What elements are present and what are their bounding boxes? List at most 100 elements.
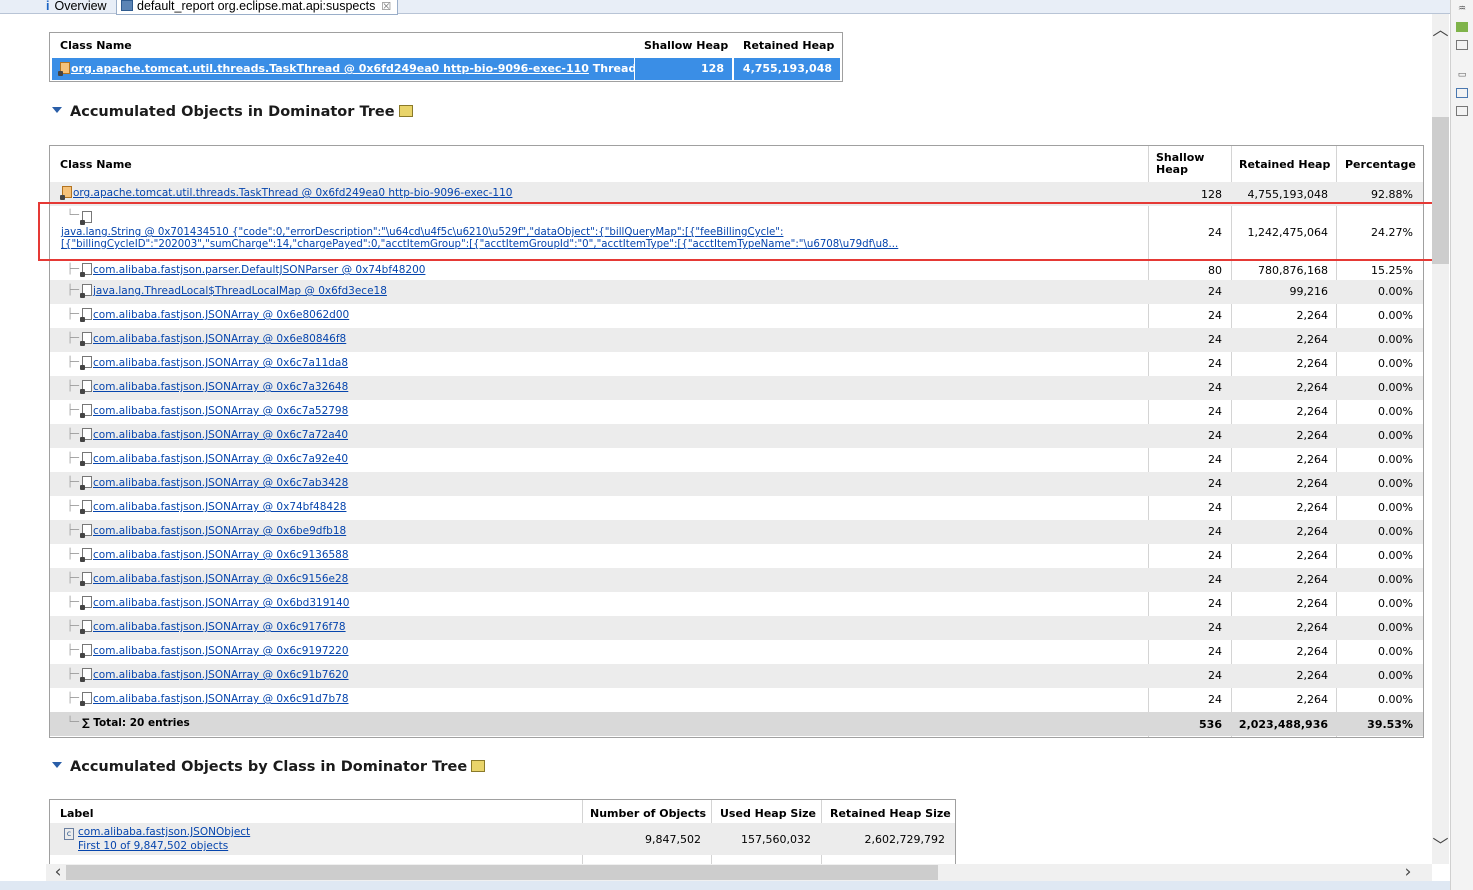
object-class-link[interactable]: com.alibaba.fastjson.JSONArray @ 0x6be9d… <box>93 525 346 537</box>
toolbar-icon-2[interactable] <box>1456 22 1468 32</box>
object-class-link[interactable]: com.alibaba.fastjson.JSONArray @ 0x6bd31… <box>93 597 349 609</box>
string-value-link-line2[interactable]: [{"billingCycleID":"202003","sumCharge":… <box>61 239 898 250</box>
tree-row[interactable]: ├─ com.alibaba.fastjson.JSONArray @ 0x74b… <box>50 496 1423 520</box>
tree-row[interactable]: ├─ com.alibaba.fastjson.JSONArray @ 0x6c9… <box>50 640 1423 664</box>
class-dominator-table: Label Number of Objects Used Heap Size R… <box>49 799 956 864</box>
row-retained: 99,216 <box>1289 285 1329 298</box>
object-class-link[interactable]: com.alibaba.fastjson.JSONArray @ 0x6c91b… <box>93 669 349 681</box>
suspect-row[interactable]: org.apache.tomcat.util.threads.TaskThrea… <box>52 58 636 80</box>
tab-overview-label: Overview <box>54 0 107 13</box>
object-icon <box>80 380 92 394</box>
row-retained: 2,264 <box>1296 669 1329 682</box>
tree-row-string[interactable]: └─ java.lang.String @ 0x701434510 {"code… <box>50 206 1423 262</box>
object-class-link[interactable]: com.alibaba.fastjson.parser.DefaultJSONP… <box>93 264 425 276</box>
object-icon <box>80 452 92 466</box>
tree-guide: ├─ <box>67 525 80 536</box>
class-row[interactable]: c com.alibaba.fastjson.JSONObject First … <box>50 823 955 855</box>
tree-row[interactable]: ├─ java.lang.ThreadLocal$ThreadLocalMap @… <box>50 280 1423 304</box>
tree-row[interactable]: ├─ com.alibaba.fastjson.JSONArray @ 0x6c7… <box>50 376 1423 400</box>
scroll-right-icon[interactable]: › <box>1398 864 1418 881</box>
row-percentage: 0.00% <box>1378 597 1413 610</box>
open-in-view-icon[interactable] <box>398 105 413 117</box>
toolbar-icon-4[interactable]: ▭ <box>1456 70 1468 80</box>
object-class-link[interactable]: com.alibaba.fastjson.JSONArray @ 0x6c7a9… <box>93 453 348 465</box>
class-objects-link[interactable]: First 10 of 9,847,502 objects <box>78 840 228 852</box>
toolbar-icon-1[interactable]: ♒ <box>1456 4 1468 14</box>
tree-row[interactable]: ├─ com.alibaba.fastjson.JSONArray @ 0x6c7… <box>50 472 1423 496</box>
thread-object-icon <box>58 62 70 76</box>
toolbar-icon-3[interactable] <box>1456 40 1468 50</box>
tree-row[interactable]: ├─ com.alibaba.fastjson.JSONArray @ 0x6c7… <box>50 352 1423 376</box>
object-class-link[interactable]: com.alibaba.fastjson.JSONArray @ 0x6c917… <box>93 621 346 633</box>
object-class-link[interactable]: com.alibaba.fastjson.JSONArray @ 0x6c913… <box>93 549 349 561</box>
section-dominator-by-class[interactable]: Accumulated Objects by Class in Dominato… <box>52 759 486 775</box>
row-percentage: 0.00% <box>1378 453 1413 466</box>
tree-row[interactable]: ├─ com.alibaba.fastjson.JSONArray @ 0x6be… <box>50 520 1423 544</box>
horizontal-scroll-thumb[interactable] <box>66 865 938 880</box>
editor-tab-bar: i Overview default_report org.eclipse.mat… <box>0 0 1450 15</box>
tree-row[interactable]: ├─ com.alibaba.fastjson.JSONArray @ 0x6c7… <box>50 424 1423 448</box>
row-percentage: 0.00% <box>1378 621 1413 634</box>
object-class-link[interactable]: com.alibaba.fastjson.JSONArray @ 0x6c915… <box>93 573 348 585</box>
string-value-link-line1[interactable]: java.lang.String @ 0x701434510 {"code":0… <box>61 227 783 238</box>
object-class-link[interactable]: com.alibaba.fastjson.JSONArray @ 0x6c7a5… <box>93 405 348 417</box>
collapse-triangle-icon[interactable] <box>52 762 62 768</box>
tree-guide: ├─ <box>67 501 80 512</box>
tree-row-root[interactable]: org.apache.tomcat.util.threads.TaskThrea… <box>50 182 1423 206</box>
vertical-scroll-thumb[interactable] <box>1432 117 1449 264</box>
row-retained: 2,264 <box>1296 309 1329 322</box>
string-percentage: 24.27% <box>1371 226 1413 239</box>
object-class-link[interactable]: com.alibaba.fastjson.JSONArray @ 0x6c7a3… <box>93 381 348 393</box>
tree-row[interactable]: ├─ com.alibaba.fastjson.JSONArray @ 0x6c9… <box>50 544 1423 568</box>
tree-row[interactable]: ├─ com.alibaba.fastjson.JSONArray @ 0x6bd… <box>50 592 1423 616</box>
tree-row[interactable]: ├─ com.alibaba.fastjson.parser.DefaultJSO… <box>50 262 1423 280</box>
suspect-shallow: 128 <box>701 62 724 75</box>
object-class-link[interactable]: com.alibaba.fastjson.JSONArray @ 0x6c91d… <box>93 693 349 705</box>
suspect-class-link[interactable]: org.apache.tomcat.util.threads.TaskThrea… <box>71 62 589 75</box>
root-class-link[interactable]: org.apache.tomcat.util.threads.TaskThrea… <box>73 187 512 199</box>
scroll-down-icon[interactable]: ﹀ <box>1432 836 1449 856</box>
tree-row[interactable]: ├─ com.alibaba.fastjson.JSONArray @ 0x6c7… <box>50 448 1423 472</box>
tree-guide: ├─ <box>67 669 80 680</box>
toolbar-icon-6[interactable] <box>1456 106 1468 116</box>
tab-default-report[interactable]: default_report org.eclipse.mat.api:suspe… <box>116 0 399 15</box>
object-class-link[interactable]: com.alibaba.fastjson.JSONArray @ 0x6c919… <box>93 645 349 657</box>
status-band <box>0 881 1450 890</box>
tree-guide: ├─ <box>67 621 80 632</box>
row-retained: 2,264 <box>1296 429 1329 442</box>
open-in-view-icon[interactable] <box>471 760 486 772</box>
toolbar-icon-5[interactable] <box>1456 88 1468 98</box>
row-percentage: 0.00% <box>1378 357 1413 370</box>
tree-row[interactable]: ├─ com.alibaba.fastjson.JSONArray @ 0x6c9… <box>50 664 1423 688</box>
section-dominator-by-class-title: Accumulated Objects by Class in Dominato… <box>70 759 468 775</box>
object-class-link[interactable]: com.alibaba.fastjson.JSONArray @ 0x74bf4… <box>93 501 346 513</box>
suspect-retained-cell: 4,755,193,048 <box>734 58 840 80</box>
tree-row[interactable]: ├─ com.alibaba.fastjson.JSONArray @ 0x6c7… <box>50 400 1423 424</box>
section-dominator-tree[interactable]: Accumulated Objects in Dominator Tree <box>52 104 413 120</box>
object-class-link[interactable]: com.alibaba.fastjson.JSONArray @ 0x6e808… <box>93 333 346 345</box>
tab-overview[interactable]: i Overview <box>46 0 107 14</box>
tree-row[interactable]: ├─ com.alibaba.fastjson.JSONArray @ 0x6c9… <box>50 688 1423 712</box>
tree-row[interactable]: ├─ com.alibaba.fastjson.JSONArray @ 0x6e8… <box>50 328 1423 352</box>
scroll-up-icon[interactable]: ︿ <box>1432 20 1449 40</box>
string-object-icon <box>80 211 92 225</box>
object-class-link[interactable]: com.alibaba.fastjson.JSONArray @ 0x6e806… <box>93 309 349 321</box>
row-retained: 780,876,168 <box>1258 264 1328 277</box>
tree-guide: ├─ <box>67 477 80 488</box>
close-icon[interactable]: ☒ <box>381 1 391 13</box>
object-class-link[interactable]: com.alibaba.fastjson.JSONArray @ 0x6c7a7… <box>93 429 348 441</box>
root-percentage: 92.88% <box>1371 188 1413 201</box>
object-class-link[interactable]: java.lang.ThreadLocal$ThreadLocalMap @ 0… <box>93 285 387 297</box>
object-icon <box>80 572 92 586</box>
object-class-link[interactable]: com.alibaba.fastjson.JSONArray @ 0x6c7a1… <box>93 357 348 369</box>
class-name-link[interactable]: com.alibaba.fastjson.JSONObject <box>78 826 250 838</box>
object-icon <box>80 620 92 634</box>
scroll-left-icon[interactable]: ‹ <box>48 864 68 881</box>
tree-row[interactable]: ├─ com.alibaba.fastjson.JSONArray @ 0x6c9… <box>50 568 1423 592</box>
object-icon <box>80 263 92 277</box>
suspect-shallow-cell: 128 <box>635 58 732 80</box>
object-class-link[interactable]: com.alibaba.fastjson.JSONArray @ 0x6c7ab… <box>93 477 348 489</box>
tree-row[interactable]: ├─ com.alibaba.fastjson.JSONArray @ 0x6c9… <box>50 616 1423 640</box>
collapse-triangle-icon[interactable] <box>52 107 62 113</box>
tree-row[interactable]: ├─ com.alibaba.fastjson.JSONArray @ 0x6e8… <box>50 304 1423 328</box>
